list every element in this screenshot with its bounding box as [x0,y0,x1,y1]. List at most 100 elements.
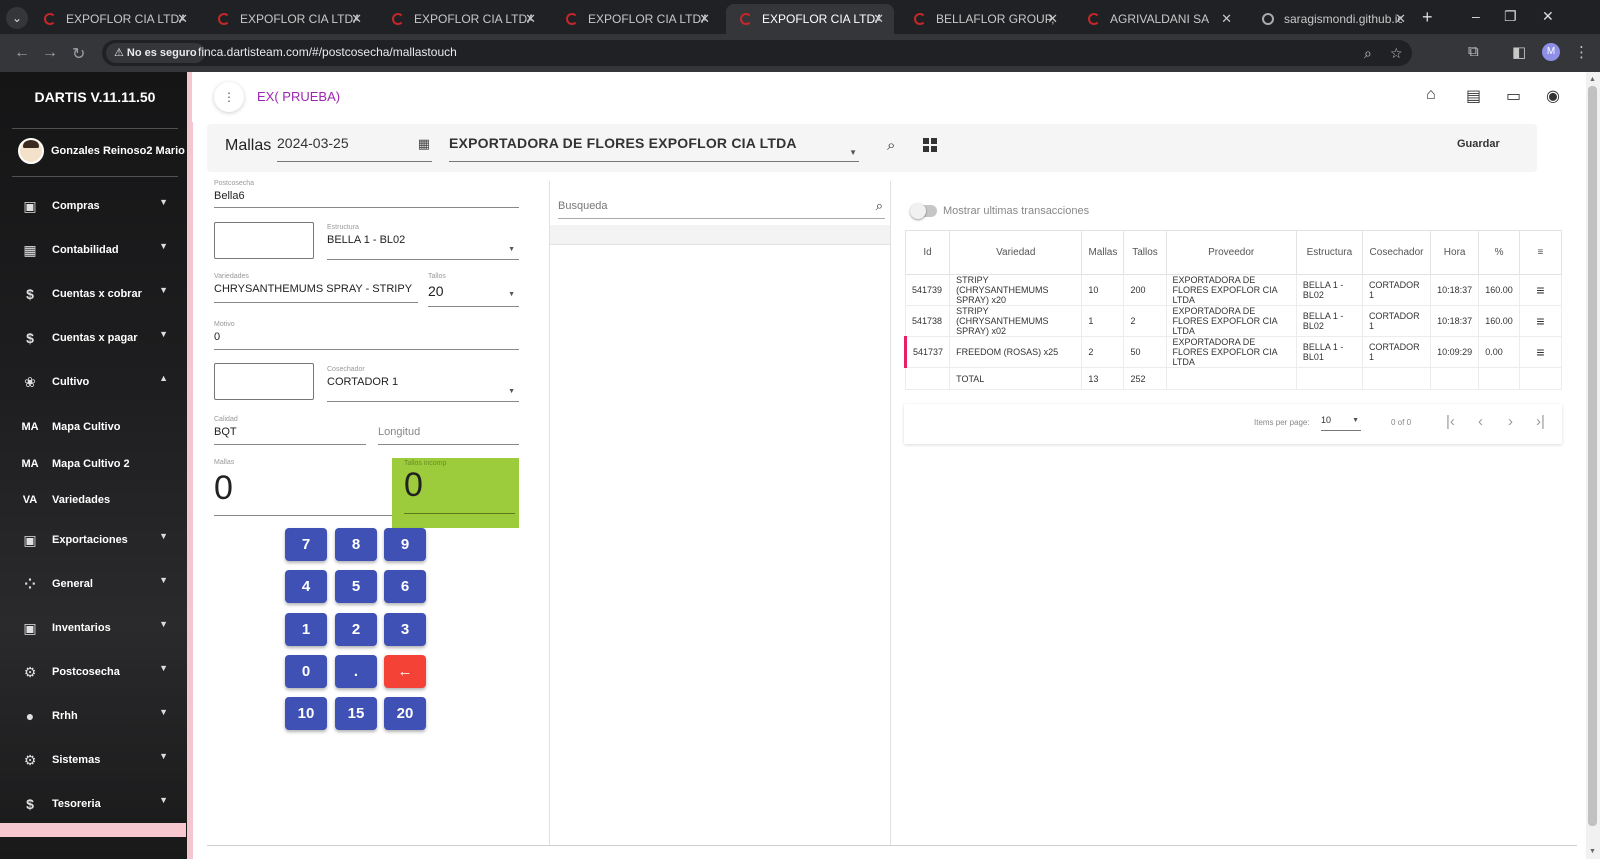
search-icon[interactable]: ⌕ [876,198,883,214]
variedades-field[interactable]: Variedades CHRYSANTHEMUMS SPRAY - STRIPY [214,273,418,303]
sidebar-item-inventarios[interactable]: ▣ Inventarios ▼ [18,616,168,640]
profile-avatar[interactable]: M [1542,43,1560,61]
keypad-key-9[interactable]: 9 [384,528,426,561]
save-button[interactable]: Guardar [1457,138,1500,150]
close-tab-icon[interactable]: ✕ [873,11,884,27]
forward-icon[interactable]: → [42,44,58,62]
tab-list-button[interactable]: ⌄ [6,7,28,29]
keypad-key-0[interactable]: 0 [285,655,327,688]
browser-tab[interactable]: BELLAFLOR GROUP, INC✕ [900,4,1068,34]
sidebar-item-general[interactable]: ⁘ General ▼ [18,572,168,596]
browser-tab[interactable]: saragismondi.github.io/d ✕ [1248,4,1416,34]
recent-transactions-toggle[interactable] [910,203,937,219]
keypad-key-3[interactable]: 3 [384,613,426,646]
column-header-tallos[interactable]: Tallos [1123,230,1167,275]
zoom-icon[interactable]: ⌕ [1364,45,1372,62]
more-options-button[interactable]: ⋮ [214,82,244,112]
tallos-incompletos-field[interactable]: Tallos incomp 0 [392,458,519,528]
sidebar-item-contabilidad[interactable]: ▦ Contabilidad ▼ [18,238,168,262]
column-header-variedad[interactable]: Variedad [949,230,1083,275]
security-chip[interactable]: ⚠ No es seguro [106,43,205,63]
tallos-select[interactable]: Tallos 20 ▼ [428,273,519,307]
restore-icon[interactable]: ❐ [1504,8,1517,25]
home-icon[interactable]: ⌂ [1426,86,1436,104]
sidebar-item-cuentas-x-pagar[interactable]: $ Cuentas x pagar ▼ [18,326,168,350]
search-input[interactable]: Busqueda ⌕ [558,195,885,219]
sidebar-item-mapa-cultivo-2[interactable]: MA Mapa Cultivo 2 [18,452,168,476]
keypad-key-6[interactable]: 6 [384,570,426,603]
back-icon[interactable]: ← [14,44,30,62]
account-icon[interactable]: ◉ [1546,86,1560,106]
column-header-proveedor[interactable]: Proveedor [1165,230,1297,275]
scroll-down-icon[interactable]: ▼ [1589,848,1596,855]
close-tab-icon[interactable]: ✕ [351,11,362,27]
keypad-key-7[interactable]: 7 [285,528,327,561]
close-tab-icon[interactable]: ✕ [1395,11,1406,27]
row-menu-icon[interactable]: ≡ [1518,305,1563,337]
table-row[interactable]: 541738 STRIPY (CHRYSANTHEMUMS SPRAY) x02 1… [904,305,1563,337]
close-tab-icon[interactable]: ✕ [525,11,536,27]
row-menu-icon[interactable]: ≡ [1518,274,1563,306]
first-page-icon[interactable]: |‹ [1446,413,1455,430]
sidebar-item-tesoreria[interactable]: $ Tesoreria ▼ [18,792,168,816]
estructura-select[interactable]: Estructura BELLA 1 - BL02 ▼ [327,224,519,260]
date-field[interactable]: 2024-03-25 ▦ [277,132,432,162]
side-panel-icon[interactable]: ◧ [1512,43,1526,61]
sidebar-item-mapa-cultivo[interactable]: MA Mapa Cultivo [18,415,168,439]
row-menu-icon[interactable]: ≡ [1518,336,1563,368]
url-text[interactable]: finca.dartisteam.com/#/postcosecha/malla… [198,45,457,59]
bookmark-star-icon[interactable]: ☆ [1390,45,1403,62]
column-header-id[interactable]: Id [904,230,951,275]
previous-page-icon[interactable]: ‹ [1478,413,1483,430]
mallas-field[interactable]: Mallas 0 [214,459,392,516]
browser-tab[interactable]: AGRIVALDANI SA ✕ [1074,4,1242,34]
sidebar-item-cuentas-x-cobrar[interactable]: $ Cuentas x cobrar ▼ [18,282,168,306]
page-scrollbar-thumb[interactable] [1588,86,1597,826]
keypad-key-1[interactable]: 1 [285,613,327,646]
keypad-key-4[interactable]: 4 [285,570,327,603]
column-header-estructura[interactable]: Estructura [1295,230,1363,275]
next-page-icon[interactable]: › [1508,413,1513,430]
reload-icon[interactable]: ↻ [72,44,85,64]
scroll-up-icon[interactable]: ▲ [1589,76,1596,83]
cosechador-swatch[interactable] [214,363,314,400]
longitud-field[interactable]: Longitud [378,416,519,445]
close-tab-icon[interactable]: ✕ [177,11,188,27]
decimal-key[interactable]: . [335,655,377,688]
items-per-page-select[interactable]: 10 ▼ [1321,415,1361,431]
motivo-field[interactable]: Motivo 0 [214,321,519,350]
close-tab-icon[interactable]: ✕ [1047,11,1058,27]
sidebar-item-sistemas[interactable]: ⚙ Sistemas ▼ [18,748,168,772]
minimize-icon[interactable]: – [1472,8,1480,24]
column-header-mallas[interactable]: Mallas [1081,230,1125,275]
keypad-key-15[interactable]: 15 [335,697,377,730]
column-header-cosechador[interactable]: Cosechador [1361,230,1432,275]
grid-view-icon[interactable] [923,138,937,152]
sidebar-item-compras[interactable]: ▣ Compras ▼ [18,194,168,218]
sidebar-item-rrhh[interactable]: ● Rrhh ▼ [18,704,168,728]
keypad-key-10[interactable]: 10 [285,697,327,730]
close-tab-icon[interactable]: ✕ [699,11,710,27]
close-tab-icon[interactable]: ✕ [1221,11,1232,27]
report-icon[interactable]: ▤ [1466,86,1481,106]
new-tab-button[interactable]: + [1422,7,1433,28]
estructura-swatch[interactable] [214,222,314,259]
column-header-hora[interactable]: Hora [1430,230,1480,275]
table-row[interactable]: 541737 FREEDOM (ROSAS) x25 2 50 EXPORTADORA … [903,336,1563,368]
keypad-key-5[interactable]: 5 [335,570,377,603]
chat-icon[interactable]: ▭ [1506,86,1521,106]
cosechador-select[interactable]: Cosechador CORTADOR 1 ▼ [327,366,519,402]
browser-tab[interactable]: EXPOFLOR CIA LTDA ✕ [30,4,198,34]
search-icon[interactable]: ⌕ [887,137,895,154]
last-page-icon[interactable]: ›| [1536,413,1545,430]
sidebar-item-exportaciones[interactable]: ▣ Exportaciones ▼ [18,528,168,552]
sidebar-item-cultivo[interactable]: ❀ Cultivo ▲ [18,370,168,394]
user-profile[interactable]: Gonzales Reinoso2 Mario Jose [18,138,191,164]
calendar-icon[interactable]: ▦ [418,136,430,152]
sidebar-item-postcosecha[interactable]: ⚙ Postcosecha ▼ [18,660,168,684]
table-row[interactable]: 541739 STRIPY (CHRYSANTHEMUMS SPRAY) x20 1… [904,274,1563,306]
columns-menu-icon[interactable]: ≡ [1518,230,1563,275]
keypad-key-8[interactable]: 8 [335,528,377,561]
browser-tab[interactable]: EXPOFLOR CIA LTDA ✕ [204,4,372,34]
browser-menu-icon[interactable]: ⋮ [1574,43,1589,61]
